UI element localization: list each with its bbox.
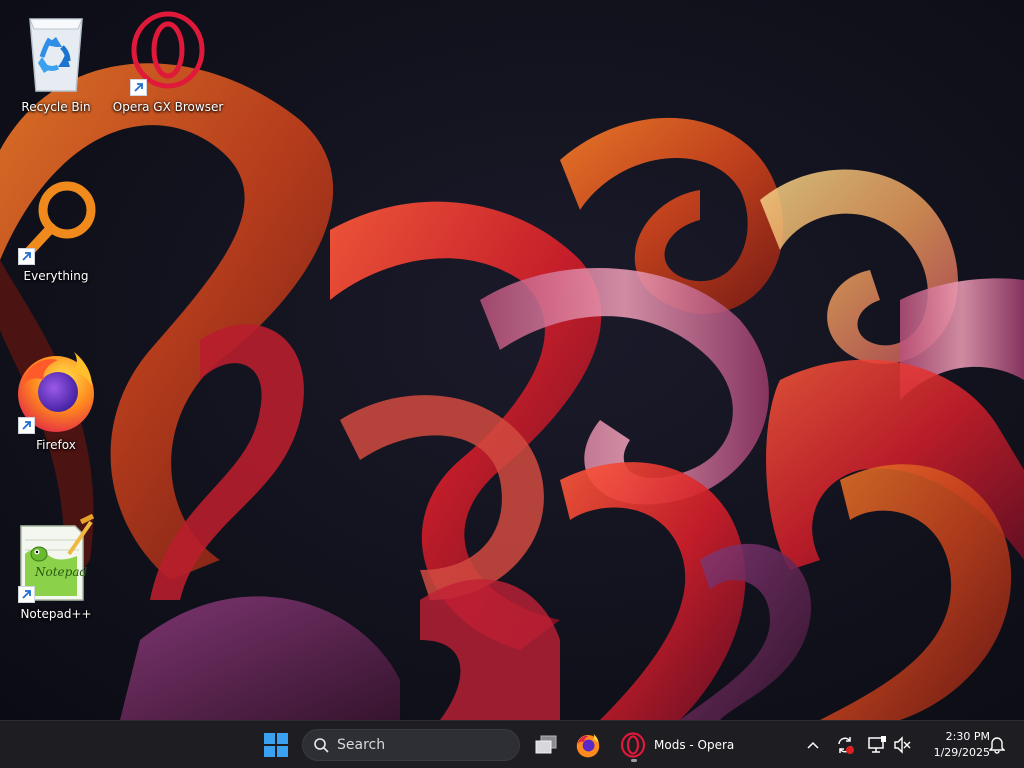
desktop-icon-firefox[interactable]: Firefox [6,344,106,452]
everything-search-icon [10,175,102,267]
taskbar-search-box[interactable]: Search [302,729,520,761]
desktop-icon-recycle-bin[interactable]: Recycle Bin [6,6,106,114]
desktop-icon-label: Opera GX Browser [112,100,224,114]
desktop-icon-everything[interactable]: Everything [6,175,106,283]
task-view-icon [535,735,557,754]
sync-error-icon [838,737,854,754]
notifications-button[interactable] [984,721,1010,768]
firefox-icon [10,344,102,436]
taskbar-clock[interactable]: 2:30 PM 1/29/2025 [914,721,990,768]
shortcut-arrow-icon [130,79,147,96]
tray-network[interactable] [864,721,890,768]
shortcut-arrow-icon [18,586,35,603]
volume-muted-icon [894,736,911,754]
search-icon [314,738,329,753]
desktop-icon-notepad-plus-plus[interactable]: Notepad Notepad++ [6,513,106,621]
tray-sync-status[interactable] [832,721,858,768]
clock-date: 1/29/2025 [933,746,990,759]
taskbar: Search Mods - Opera 2:30 PM 1/29/2025 [0,720,1024,768]
opera-icon [620,732,646,758]
opera-gx-icon [122,6,214,98]
network-icon [868,736,886,753]
recycle-bin-icon [10,6,102,98]
desktop-icon-opera-gx[interactable]: Opera GX Browser [113,6,223,114]
running-indicator [631,759,637,762]
desktop-icon-label: Notepad++ [20,607,92,621]
desktop-icon-label: Everything [23,269,89,283]
desktop-icon-label: Firefox [36,438,76,452]
search-placeholder: Search [337,737,386,753]
desktop-icon-label: Recycle Bin [21,100,91,114]
shortcut-arrow-icon [18,248,35,265]
bell-icon [989,737,1005,754]
svg-text:Notepad: Notepad [34,565,87,579]
taskbar-firefox[interactable] [568,721,608,768]
shortcut-arrow-icon [18,417,35,434]
notepad-plus-plus-icon: Notepad [10,513,102,605]
tray-volume[interactable] [890,721,914,768]
start-button[interactable] [256,721,296,768]
chevron-up-icon [807,741,819,749]
show-hidden-icons-button[interactable] [802,721,824,768]
firefox-icon [576,733,600,758]
task-view-button[interactable] [526,721,566,768]
opera-window-title: Mods - Opera [654,738,735,752]
windows-logo-icon [264,733,288,757]
desktop[interactable]: Recycle Bin Opera GX Browser Everything [0,0,1024,720]
